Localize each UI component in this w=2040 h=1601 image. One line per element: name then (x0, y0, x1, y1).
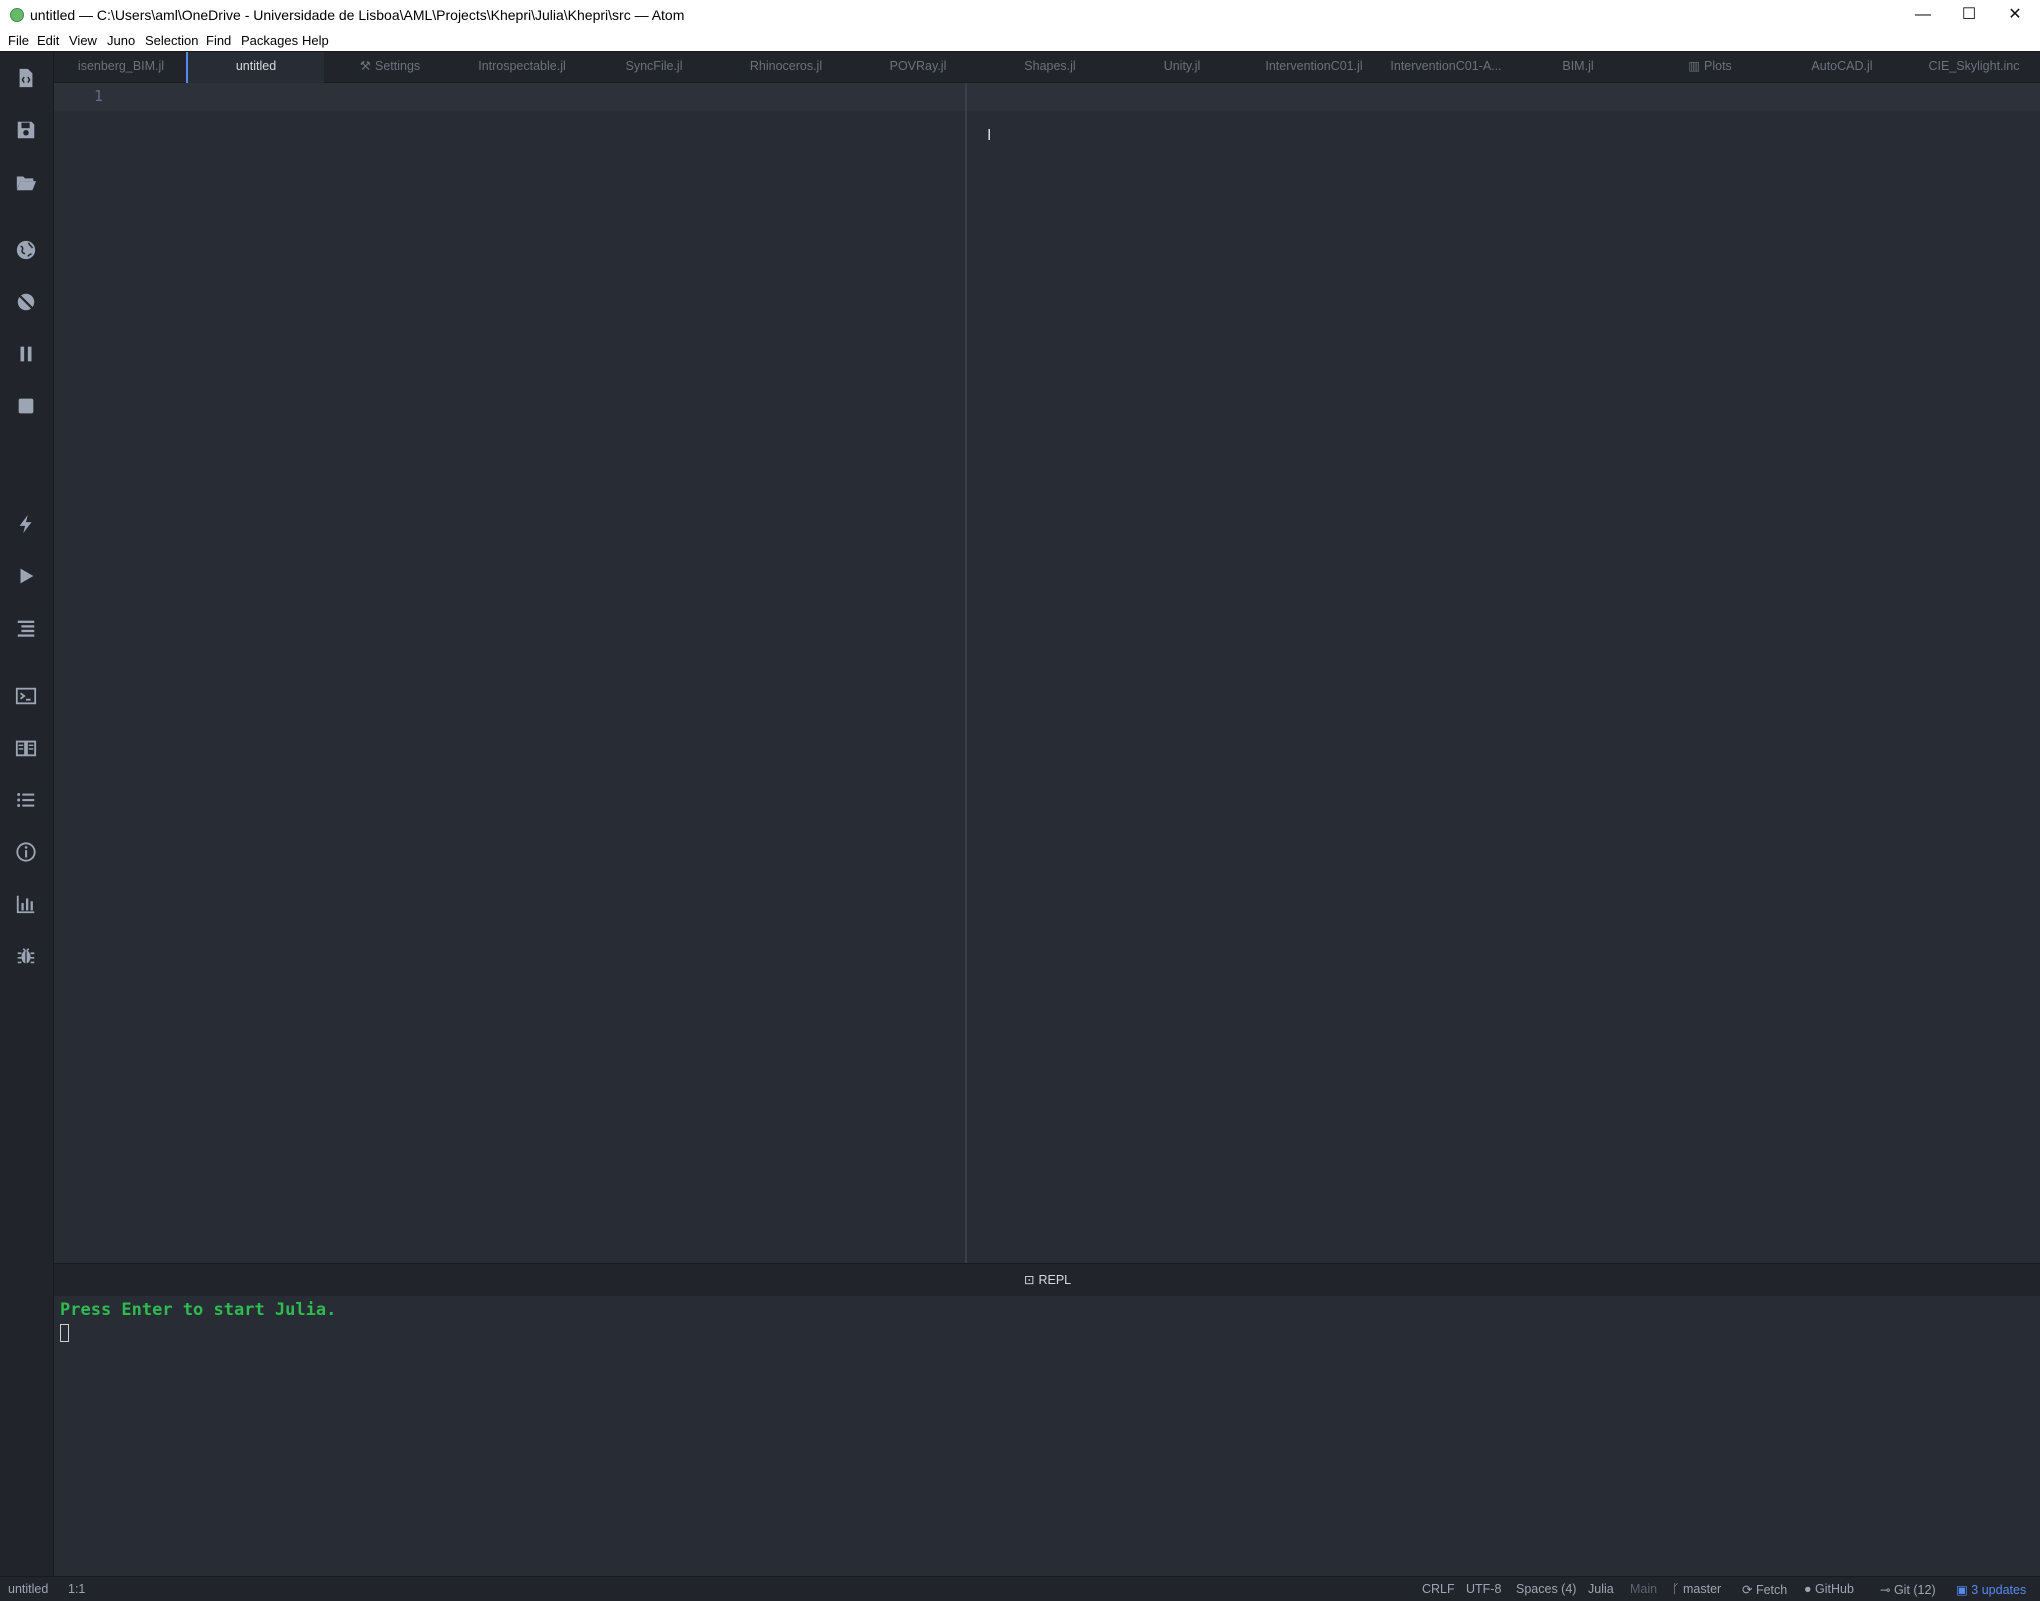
github-icon: ● (1804, 1582, 1816, 1596)
menu-view[interactable]: View (69, 33, 97, 48)
debugger-bug-icon[interactable] (12, 942, 40, 970)
menu-packages[interactable]: Packages (241, 33, 298, 48)
status-github-label: GitHub (1815, 1582, 1854, 1596)
documentation-book-icon[interactable] (12, 734, 40, 762)
pause-icon[interactable] (12, 340, 40, 368)
git-branch-icon: ᚴ (1672, 1582, 1683, 1596)
status-git[interactable]: ⊸ Git (12) (1880, 1582, 1936, 1597)
tab-syncfile[interactable]: SyncFile.jl (588, 52, 720, 82)
plot-chart-icon[interactable] (12, 890, 40, 918)
sync-arrows-icon: ⟳ (1742, 1583, 1756, 1597)
tab-intervention-c01-a[interactable]: InterventionC01-A... (1380, 52, 1512, 82)
text-editor[interactable]: 1 I (54, 83, 2040, 1263)
status-file-name[interactable]: untitled (8, 1582, 48, 1596)
tab-plots-label: Plots (1704, 59, 1732, 73)
ibeam-cursor-icon: I (987, 127, 992, 144)
outline-list-icon[interactable] (12, 786, 40, 814)
status-bar: untitled 1:1 CRLF UTF-8 Spaces (4) Julia… (0, 1576, 2040, 1601)
connect-globe-icon[interactable] (12, 236, 40, 264)
window-titlebar: untitled — C:\Users\aml\OneDrive - Unive… (0, 0, 2040, 31)
tab-plots[interactable]: ▥ Plots (1644, 52, 1776, 82)
tab-bar: isenberg_BIM.jl untitled ⚒ Settings Intro… (54, 52, 2040, 83)
format-align-icon[interactable] (12, 614, 40, 642)
status-encoding[interactable]: UTF-8 (1466, 1582, 1501, 1596)
status-indent[interactable]: Spaces (4) (1516, 1582, 1576, 1596)
tab-bim[interactable]: BIM.jl (1512, 52, 1644, 82)
terminal-small-icon: ⊡ (1024, 1273, 1035, 1287)
pane-splitter[interactable] (965, 83, 967, 1263)
info-icon[interactable] (12, 838, 40, 866)
tab-cie-skylight[interactable]: CIE_Skylight.inc (1908, 52, 2040, 82)
status-line-ending[interactable]: CRLF (1422, 1582, 1455, 1596)
status-branch-label: master (1682, 1582, 1722, 1596)
play-icon[interactable] (12, 562, 40, 590)
line-number: 1 (94, 87, 104, 105)
repl-console[interactable]: Press Enter to start Julia. (54, 1296, 2040, 1576)
lightning-icon[interactable] (12, 510, 40, 538)
status-fetch[interactable]: ⟳ Fetch (1742, 1582, 1787, 1597)
repl-title: ⊡ REPL (1024, 1272, 1071, 1287)
status-updates-label: 3 updates (1971, 1583, 2027, 1597)
new-file-icon[interactable] (12, 64, 40, 92)
tab-autocad[interactable]: AutoCAD.jl (1776, 52, 1908, 82)
juno-toolbar (0, 52, 54, 1576)
tab-povray[interactable]: POVRay.jl (852, 52, 984, 82)
menu-help[interactable]: Help (302, 33, 329, 48)
tab-unity[interactable]: Unity.jl (1116, 52, 1248, 82)
status-grammar[interactable]: Julia (1588, 1582, 1614, 1596)
tab-shapes[interactable]: Shapes.jl (984, 52, 1116, 82)
repl-cursor (60, 1324, 69, 1342)
status-branch[interactable]: ᚴ master (1672, 1582, 1721, 1596)
repl-prompt-text: Press Enter to start Julia. (60, 1300, 337, 1320)
tab-rhinoceros[interactable]: Rhinoceros.jl (720, 52, 852, 82)
menu-find[interactable]: Find (206, 33, 231, 48)
tab-intervention-c01[interactable]: InterventionC01.jl (1248, 52, 1380, 82)
menu-edit[interactable]: Edit (37, 33, 59, 48)
status-git-label: Git (12) (1893, 1583, 1936, 1597)
repl-title-label: REPL (1038, 1273, 1072, 1287)
menu-juno[interactable]: Juno (107, 33, 135, 48)
save-icon[interactable] (12, 116, 40, 144)
tab-isenberg-bim[interactable]: isenberg_BIM.jl (54, 52, 188, 82)
open-folder-icon[interactable] (12, 168, 40, 196)
settings-tools-icon: ⚒ (359, 59, 372, 73)
menu-bar: File Edit View Juno Selection Find Packa… (0, 31, 2040, 51)
terminal-icon[interactable] (12, 682, 40, 710)
status-fetch-label: Fetch (1755, 1583, 1788, 1597)
menu-file[interactable]: File (8, 33, 29, 48)
maximize-button[interactable]: ☐ (1946, 0, 1992, 31)
git-commit-icon: ⊸ (1880, 1583, 1894, 1597)
status-cursor-position[interactable]: 1:1 (68, 1582, 85, 1596)
stop-icon[interactable] (12, 392, 40, 420)
window-title: untitled — C:\Users\aml\OneDrive - Unive… (30, 7, 685, 23)
atom-logo-icon (10, 8, 24, 22)
repl-panel-header[interactable]: ⊡ REPL (54, 1263, 2040, 1297)
status-updates[interactable]: ▣ 3 updates (1956, 1582, 2026, 1597)
status-github[interactable]: ● GitHub (1804, 1582, 1854, 1596)
tab-untitled[interactable]: untitled (186, 52, 324, 83)
disconnect-icon[interactable] (12, 288, 40, 316)
tab-introspectable[interactable]: Introspectable.jl (456, 52, 588, 82)
close-button[interactable]: ✕ (1992, 0, 2038, 31)
minimize-button[interactable]: — (1900, 0, 1946, 31)
tab-settings[interactable]: ⚒ Settings (324, 52, 456, 82)
status-module[interactable]: Main (1630, 1582, 1657, 1596)
current-line-highlight (54, 83, 2040, 111)
package-box-icon: ▣ (1956, 1583, 1972, 1597)
plots-chart-icon: ▥ (1688, 59, 1700, 73)
tab-settings-label: Settings (375, 59, 421, 73)
menu-selection[interactable]: Selection (145, 33, 198, 48)
